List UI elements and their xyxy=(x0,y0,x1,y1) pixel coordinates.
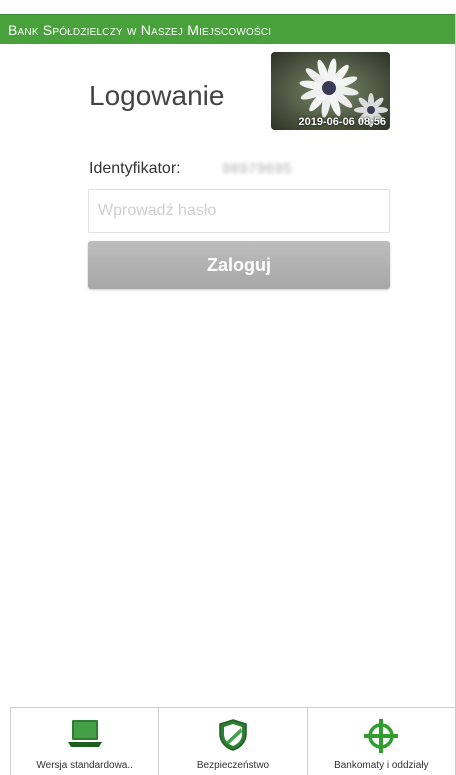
nav-label: Wersja standardowa.. xyxy=(36,760,133,771)
nav-security[interactable]: Bezpieczeństwo xyxy=(159,708,308,775)
app-screen: Bank Spółdzielczy w Naszej Miejscowości … xyxy=(0,0,456,775)
nav-standard-version[interactable]: Wersja standardowa.. xyxy=(11,708,160,775)
shield-icon xyxy=(217,718,249,757)
nav-atms-branches[interactable]: Bankomaty i oddziały xyxy=(308,708,456,775)
password-input[interactable] xyxy=(88,189,390,233)
identifier-label: Identyfikator: xyxy=(89,160,181,177)
header-bar: Bank Spółdzielczy w Naszej Miejscowości xyxy=(0,14,456,44)
laptop-icon xyxy=(65,718,105,755)
image-timestamp: 2019-06-06 08:56 xyxy=(298,116,386,128)
login-button[interactable]: Zaloguj xyxy=(88,241,390,289)
page-title: Logowanie xyxy=(89,80,225,111)
identifier-value: 98979695 xyxy=(222,160,293,176)
bank-name: Bank Spółdzielczy w Naszej Miejscowości xyxy=(8,22,272,38)
bottom-navigation: Wersja standardowa.. Bezpieczeństwo Bank… xyxy=(10,707,456,775)
nav-label: Bankomaty i oddziały xyxy=(334,760,429,771)
nav-label: Bezpieczeństwo xyxy=(196,760,270,771)
crosshair-icon xyxy=(363,718,399,759)
security-image: 2019-06-06 08:56 xyxy=(271,52,390,130)
